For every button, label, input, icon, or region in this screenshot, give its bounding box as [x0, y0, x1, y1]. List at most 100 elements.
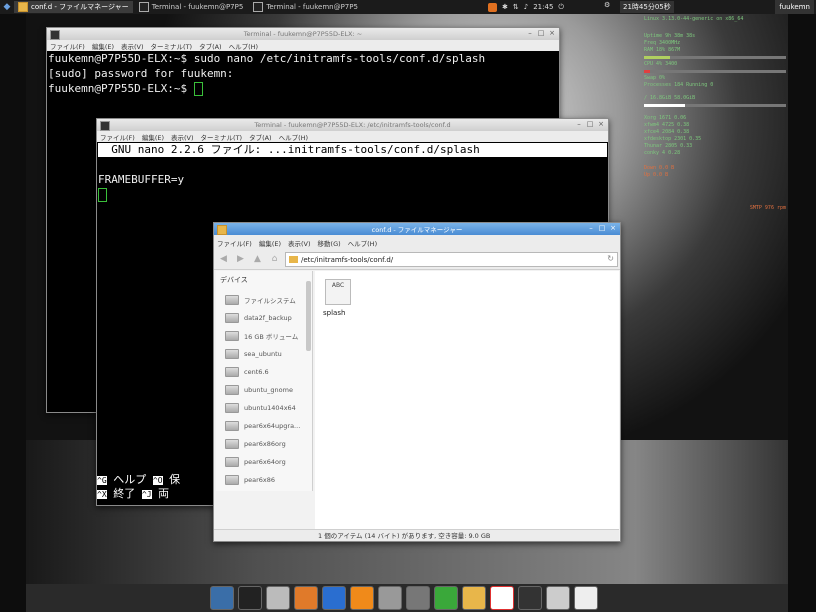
minimize-button[interactable]: – [575, 120, 583, 129]
file-manager-window[interactable]: conf.d - ファイルマネージャー – □ × ファイル(F) 編集(E) 表示… [213, 222, 621, 542]
sidebar-item-device[interactable]: data2f_backup [216, 309, 312, 327]
terminal-icon [100, 121, 110, 131]
power-icon[interactable]: ⏻ [558, 3, 564, 12]
menu-view[interactable]: 表示(V) [121, 41, 144, 51]
display-icon[interactable] [210, 586, 234, 610]
menubar: ファイル(F) 編集(E) 表示(V) ターミナル(T) タブ(A) ヘルプ(H… [47, 40, 559, 51]
shortcut-label: 保 [169, 473, 181, 486]
conky-fs: / 16.8GiB 58.0GiB [644, 95, 696, 101]
sidebar-item-device[interactable]: ubuntu1404x64 [216, 399, 312, 417]
maximize-button[interactable]: □ [537, 29, 545, 38]
hash-icon[interactable] [434, 586, 458, 610]
reload-icon[interactable]: ↻ [607, 254, 614, 263]
forward-arrow-icon[interactable]: ▶ [234, 253, 247, 266]
sidebar-item-device[interactable]: pear6x86 [216, 471, 312, 489]
sidebar-item-device[interactable]: sea_ubuntu [216, 345, 312, 363]
volume-icon[interactable]: ♪ [524, 3, 528, 11]
applications-menu-icon[interactable]: ◆ [0, 0, 14, 14]
menu-edit[interactable]: 編集(E) [259, 238, 281, 248]
sidebar-item-device[interactable]: ファイルシステム [216, 291, 312, 309]
gear-icon[interactable]: ⚙ [604, 1, 610, 9]
location-bar[interactable]: /etc/initramfs-tools/conf.d/ ↻ [285, 252, 618, 267]
maximize-button[interactable]: □ [598, 224, 606, 233]
text-file-icon[interactable]: ABC [325, 279, 351, 305]
terminal-icon[interactable] [238, 586, 262, 610]
menu-help[interactable]: ヘルプ(H) [229, 41, 258, 51]
menu-help[interactable]: ヘルプ(H) [279, 132, 308, 142]
sidebar-item-device[interactable]: ubuntu_gnome [216, 381, 312, 399]
close-button[interactable]: × [597, 120, 605, 129]
close-button[interactable]: × [548, 29, 556, 38]
terminal-icon [253, 2, 264, 12]
vlc-icon[interactable] [350, 586, 374, 610]
window-titlebar[interactable]: Terminal - fuukemn@P7P55D-ELX: ~ – □ × [47, 28, 559, 40]
folder-icon [18, 2, 28, 12]
firefox-icon[interactable] [294, 586, 318, 610]
sidebar-item-device[interactable]: 16 GB ボリューム [216, 327, 312, 345]
menu-file[interactable]: ファイル(F) [217, 238, 252, 248]
bluetooth-icon[interactable]: ✱ [502, 3, 508, 11]
sidebar-item-device[interactable]: pear6x86org [216, 435, 312, 453]
fs-bar [644, 104, 786, 107]
window-titlebar[interactable]: Terminal - fuukemn@P7P55D-ELX: /etc/init… [97, 119, 608, 131]
back-arrow-icon[interactable]: ◀ [217, 253, 230, 266]
folder-icon[interactable] [462, 586, 486, 610]
app-icon[interactable] [574, 586, 598, 610]
drive-icon [225, 295, 239, 305]
sidebar-item-device[interactable]: pear6x64 [216, 489, 312, 491]
home-icon[interactable]: ⌂ [268, 253, 281, 266]
nano-content-line[interactable]: FRAMEBUFFER=y [98, 172, 607, 187]
file-name[interactable]: splash [323, 309, 345, 317]
taskbar-item-filemanager[interactable]: conf.d - ファイルマネージャー [14, 1, 133, 13]
shortcut-key: ^J [141, 490, 152, 499]
mail-icon[interactable] [322, 586, 346, 610]
maximize-button[interactable]: □ [586, 120, 594, 129]
network-icon[interactable]: ⇅ [513, 3, 519, 11]
sidebar-scrollbar[interactable] [306, 281, 311, 351]
menu-tabs[interactable]: タブ(A) [199, 41, 222, 51]
minimize-button[interactable]: – [526, 29, 534, 38]
menu-terminal[interactable]: ターミナル(T) [201, 132, 243, 142]
location-path: /etc/initramfs-tools/conf.d/ [301, 255, 394, 264]
drive-icon [225, 457, 239, 467]
text-icon[interactable] [490, 586, 514, 610]
files-icon[interactable] [266, 586, 290, 610]
menu-tabs[interactable]: タブ(A) [249, 132, 272, 142]
up-arrow-icon[interactable]: ▲ [251, 253, 264, 266]
settings-icon[interactable] [378, 586, 402, 610]
cpu-bar [644, 70, 786, 73]
menu-help[interactable]: ヘルプ(H) [348, 238, 377, 248]
clock-seconds[interactable]: 21時45分05秒 [620, 1, 674, 13]
menu-view[interactable]: 表示(V) [288, 238, 311, 248]
drive-icon [225, 313, 239, 323]
taskbar-item-terminal-2[interactable]: Terminal - fuukemn@P7P5 [249, 1, 362, 13]
sidebar-item-device[interactable]: pear6x64upgra... [216, 417, 312, 435]
menu-go[interactable]: 移動(G) [318, 238, 341, 248]
menu-view[interactable]: 表示(V) [171, 132, 194, 142]
minimize-button[interactable]: – [587, 224, 595, 233]
toolbar: ◀ ▶ ▲ ⌂ /etc/initramfs-tools/conf.d/ ↻ [214, 250, 620, 270]
file-view[interactable]: ABC splash [315, 271, 619, 529]
conky-line: Uptime 9h 38m 38s [644, 33, 696, 39]
search-icon[interactable] [406, 586, 430, 610]
user-menu[interactable]: fuukemn [775, 0, 814, 14]
window-titlebar[interactable]: conf.d - ファイルマネージャー – □ × [214, 223, 620, 235]
close-button[interactable]: × [609, 224, 617, 233]
music-icon[interactable] [518, 586, 542, 610]
menu-file[interactable]: ファイル(F) [50, 41, 85, 51]
conky-net: Down 0.0 B [644, 165, 675, 171]
conky-line: RAM 18% 867M [644, 47, 681, 53]
clock[interactable]: 21:45 [533, 3, 553, 11]
menu-file[interactable]: ファイル(F) [100, 132, 135, 142]
taskbar-item-terminal-1[interactable]: Terminal - fuukemn@P7P5 [135, 1, 248, 13]
conky-line: Processes 184 Running 0 [644, 82, 714, 88]
menu-edit[interactable]: 編集(E) [142, 132, 164, 142]
sidebar-item-device[interactable]: cent6.6 [216, 363, 312, 381]
conky-line: Swap 0% [644, 75, 666, 81]
drive-icon[interactable] [546, 586, 570, 610]
sidebar-item-device[interactable]: pear6x64org [216, 453, 312, 471]
top-panel: ◆ conf.d - ファイルマネージャー Terminal - fuukemn… [0, 0, 816, 14]
update-icon[interactable] [488, 2, 497, 12]
menu-terminal[interactable]: ターミナル(T) [151, 41, 193, 51]
menu-edit[interactable]: 編集(E) [92, 41, 114, 51]
